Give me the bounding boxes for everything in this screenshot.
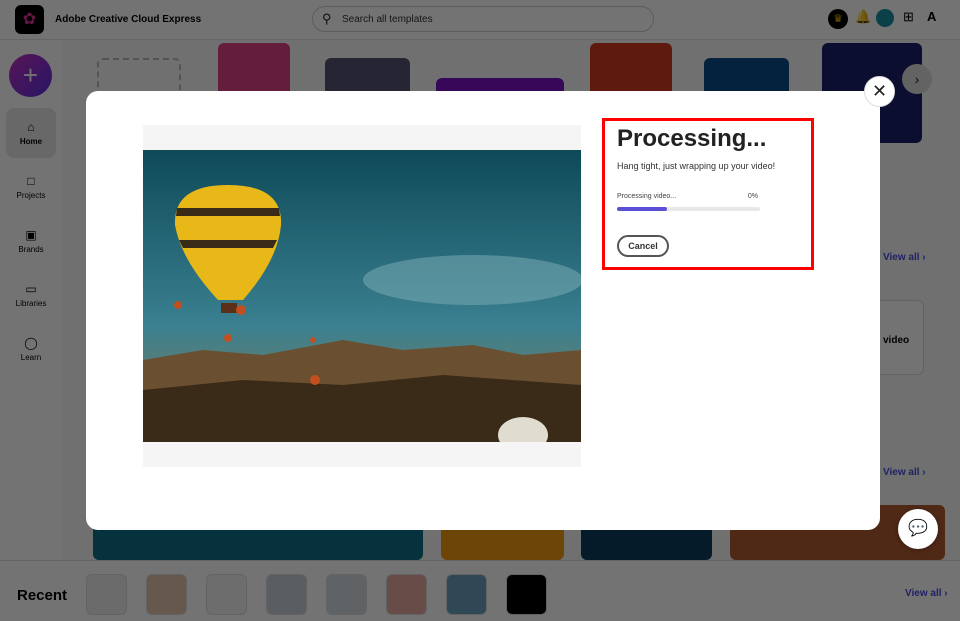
progress-label: Processing video...: [617, 193, 677, 200]
recent-thumbnail[interactable]: [86, 574, 127, 615]
learn-bulb-icon: ◯: [24, 336, 38, 350]
sidebar-item-label: Home: [19, 137, 43, 146]
processing-panel: Processing... Hang tight, just wrapping …: [602, 118, 814, 270]
recent-thumbnail[interactable]: [146, 574, 187, 615]
recent-heading: Recent: [17, 587, 68, 604]
processing-dialog: Processing... Hang tight, just wrapping …: [86, 91, 880, 530]
projects-icon: □: [27, 174, 35, 188]
recent-view-all-link[interactable]: View all ›: [905, 588, 948, 599]
close-icon[interactable]: ✕: [864, 76, 895, 107]
premium-crown-icon[interactable]: ♛: [828, 9, 848, 29]
avatar[interactable]: [876, 9, 894, 27]
view-all-label: View all: [883, 467, 920, 478]
progress-fill: [617, 207, 668, 211]
recent-thumbnail[interactable]: [506, 574, 547, 615]
recent-thumbnail[interactable]: [386, 574, 427, 615]
sidebar-item-label: Learn: [20, 353, 42, 362]
sidebar-item-projects[interactable]: □ Projects: [6, 162, 56, 212]
view-all-label: View all: [883, 252, 920, 263]
video-preview: [143, 125, 581, 467]
search-input[interactable]: Search all templates: [342, 14, 433, 25]
view-all-label: View all: [905, 588, 942, 599]
apps-grid-icon[interactable]: ⊞: [903, 9, 914, 25]
top-bar: ✿ Adobe Creative Cloud Express ⚲ Search …: [0, 0, 960, 40]
chat-support-icon[interactable]: 💬: [898, 509, 938, 549]
sidebar-item-learn[interactable]: ◯ Learn: [6, 324, 56, 374]
home-icon: ⌂: [27, 120, 35, 134]
cc-express-logo-icon[interactable]: ✿: [15, 5, 44, 34]
create-new-button[interactable]: +: [9, 54, 52, 97]
sidebar-item-brands[interactable]: ▣ Brands: [6, 216, 56, 266]
cancel-button[interactable]: Cancel: [617, 235, 669, 257]
notification-bell-icon[interactable]: 🔔: [855, 9, 871, 25]
recent-thumbnail[interactable]: [266, 574, 307, 615]
search-icon: ⚲: [322, 11, 332, 26]
sidebar-item-libraries[interactable]: ▭ Libraries: [6, 270, 56, 320]
sidebar-item-label: Libraries: [15, 299, 47, 308]
progress-bar: [617, 207, 760, 211]
carousel-next-button[interactable]: ›: [902, 64, 932, 94]
search-bar[interactable]: ⚲ Search all templates: [312, 6, 654, 32]
recent-thumbnail[interactable]: [206, 574, 247, 615]
quick-action-label: video: [883, 335, 910, 346]
view-all-link[interactable]: View all ›: [883, 467, 926, 478]
progress-percent: 0%: [747, 193, 758, 200]
app-title: Adobe Creative Cloud Express: [55, 14, 202, 25]
processing-subtitle: Hang tight, just wrapping up your video!: [617, 161, 776, 171]
sidebar-item-home[interactable]: ⌂ Home: [6, 108, 56, 158]
video-thumbnail-image: [143, 150, 581, 442]
brands-icon: ▣: [25, 228, 37, 242]
recent-thumbnail[interactable]: [446, 574, 487, 615]
sidebar: + ⌂ Home □ Projects ▣ Brands ▭ Libraries ◯ Le…: [0, 40, 62, 560]
sidebar-item-label: Brands: [18, 245, 44, 254]
libraries-icon: ▭: [25, 282, 37, 296]
adobe-logo-icon[interactable]: A: [927, 9, 936, 24]
processing-title: Processing...: [617, 125, 767, 152]
view-all-link[interactable]: View all ›: [883, 252, 926, 263]
recent-bar: Recent View all ›: [0, 560, 960, 621]
sidebar-item-label: Projects: [16, 191, 46, 200]
recent-thumbnail[interactable]: [326, 574, 367, 615]
